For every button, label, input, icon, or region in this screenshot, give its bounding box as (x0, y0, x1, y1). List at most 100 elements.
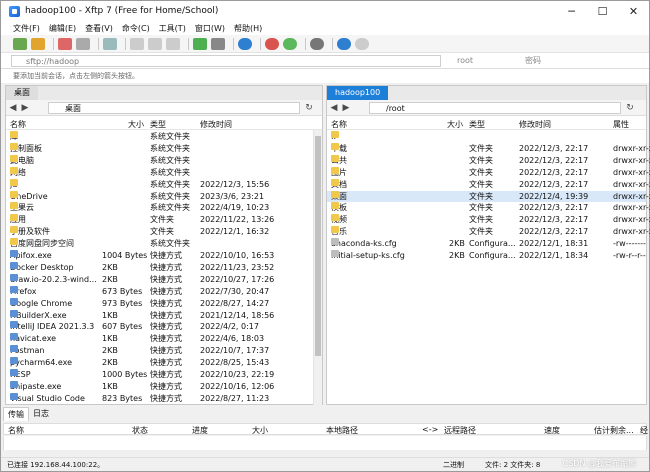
back-icon[interactable]: ◀ (329, 103, 339, 113)
file-row[interactable]: anaconda-ks.cfg 2KB Configura... 2022/12/1,… (327, 238, 646, 250)
col-name[interactable]: 名称 (331, 119, 347, 130)
disconnect-icon[interactable] (58, 37, 72, 50)
local-path-input[interactable]: 桌面 (48, 102, 300, 114)
file-row[interactable]: 此电脑 系统文件夹 (6, 154, 322, 167)
menu-command[interactable]: 命令(C) (122, 23, 150, 34)
local-scrollbar[interactable] (313, 130, 322, 406)
forward-icon[interactable]: ▶ (20, 103, 30, 113)
menu-help[interactable]: 帮助(H) (234, 23, 262, 34)
close-button[interactable]: ✕ (618, 1, 649, 21)
file-row[interactable]: Firefox 673 Bytes 快捷方式 2022/7/30, 20:47 (6, 285, 322, 298)
back-icon[interactable]: ◀ (8, 103, 18, 113)
col-date[interactable]: 修改时间 (200, 119, 232, 130)
properties-icon[interactable] (103, 37, 117, 50)
host-input[interactable]: sftp://hadoop (11, 55, 441, 67)
refresh-icon[interactable]: ↻ (304, 103, 314, 113)
transfer-icon[interactable] (211, 37, 225, 50)
col-date[interactable]: 修改时间 (519, 119, 551, 130)
tcol-remote-path[interactable]: 远程路径 (444, 425, 476, 436)
xagent-icon[interactable] (283, 37, 297, 50)
menu-window[interactable]: 窗口(W) (195, 23, 225, 34)
xshell-icon[interactable] (265, 37, 279, 50)
maximize-button[interactable]: ☐ (587, 1, 618, 21)
file-row[interactable]: RESP 1000 Bytes 快捷方式 2022/10/23, 22:19 (6, 369, 322, 381)
file-row[interactable]: 图片 文件夹 2022/12/3, 22:17 drwxr-xr-x (327, 166, 650, 179)
col-type[interactable]: 类型 (469, 119, 485, 130)
file-row[interactable]: 网络 系统文件夹 (6, 166, 322, 179)
file-row[interactable]: initial-setup-ks.cfg 2KB Configura... 2022/… (327, 250, 646, 262)
col-attr[interactable]: 属性 (613, 119, 629, 130)
tab-log[interactable]: 日志 (29, 407, 53, 421)
file-row[interactable]: 百度网盘同步空间 系统文件夹 (6, 238, 322, 250)
refresh-icon[interactable]: ↻ (625, 103, 635, 113)
tcol-name[interactable]: 名称 (8, 425, 24, 436)
file-row[interactable]: 音乐 文件夹 2022/12/3, 22:17 drwxr-xr-x (327, 226, 650, 238)
file-row[interactable]: Snipaste.exe 1KB 快捷方式 2022/10/16, 12:06 (6, 380, 322, 393)
tcol-remaining[interactable]: 估计剩余... (594, 425, 634, 436)
file-row[interactable]: Google Chrome 973 Bytes 快捷方式 2022/8/27, 14:… (6, 297, 322, 310)
globe-icon[interactable] (238, 37, 252, 50)
file-row[interactable]: IntelliJ IDEA 2021.3.3 607 Bytes 快捷方式 2022/… (6, 321, 322, 333)
col-type[interactable]: 类型 (150, 119, 166, 130)
help-icon[interactable] (337, 37, 351, 50)
new-session-icon[interactable] (13, 37, 27, 50)
col-size[interactable]: 大小 (447, 119, 463, 130)
tab-local-desktop[interactable]: 桌面 (6, 86, 38, 100)
file-row[interactable]: 库 系统文件夹 (6, 131, 322, 143)
file-row[interactable]: 手册及软件 文件夹 2022/12/1, 16:32 (6, 226, 322, 238)
file-row[interactable]: draw.io-20.2.3-wind... 2KB 快捷方式 2022/10/27,… (6, 273, 322, 286)
tcol-size[interactable]: 大小 (252, 425, 268, 436)
sync-icon[interactable] (193, 37, 207, 50)
file-row[interactable]: Apifox.exe 1004 Bytes 快捷方式 2022/10/10, 16:5… (6, 250, 322, 262)
file-row[interactable]: 视频 文件夹 2022/12/3, 22:17 drwxr-xr-x (327, 214, 650, 226)
forward-icon[interactable]: ▶ (341, 103, 351, 113)
file-row[interactable]: 公共 文件夹 2022/12/3, 22:17 drwxr-xr-x (327, 154, 650, 167)
open-folder-icon[interactable] (31, 37, 45, 50)
file-row[interactable]: Postman 2KB 快捷方式 2022/10/7, 17:37 (6, 345, 322, 357)
tcol-local-path[interactable]: 本地路径 (326, 425, 358, 436)
tcol-status[interactable]: 状态 (132, 425, 148, 436)
file-row[interactable]: Visual Studio Code 823 Bytes 快捷方式 2022/8/27… (6, 392, 322, 405)
file-row[interactable]: 文档 文件夹 2022/12/3, 22:17 drwxr-xr-x (327, 178, 650, 191)
reconnect-icon[interactable] (76, 37, 90, 50)
tcol-speed[interactable]: 速度 (544, 425, 560, 436)
col-name[interactable]: 名称 (10, 119, 26, 130)
minimize-button[interactable]: ─ (556, 1, 587, 21)
cell-size: 2KB (449, 239, 465, 249)
file-row[interactable]: navicat.exe 1KB 快捷方式 2022/4/6, 18:03 (6, 333, 322, 345)
cell-type: 快捷方式 (150, 298, 182, 308)
remote-path-input[interactable]: /root (369, 102, 621, 114)
file-row[interactable]: Docker Desktop 2KB 快捷方式 2022/11/23, 23:52 (6, 261, 322, 274)
menu-tools[interactable]: 工具(T) (159, 23, 186, 34)
tcol-progress[interactable]: 进度 (192, 425, 208, 436)
col-size[interactable]: 大小 (128, 119, 144, 130)
file-row[interactable]: 下载 文件夹 2022/12/3, 22:17 drwxr-xr-x (327, 142, 650, 155)
copy-icon[interactable] (148, 37, 162, 50)
file-row[interactable]: HBuilderX.exe 1KB 快捷方式 2021/12/14, 18:56 (6, 309, 322, 322)
cell-date: 2022/8/25, 15:43 (200, 358, 270, 368)
file-row[interactable]: jd 系统文件夹 2022/12/3, 15:56 (6, 178, 322, 191)
menu-edit[interactable]: 编辑(E) (49, 23, 76, 34)
file-row[interactable]: 坚果云 系统文件夹 2022/4/19, 10:23 (6, 202, 322, 214)
tab-transfer[interactable]: 传输 (3, 407, 29, 421)
file-row[interactable]: OneDrive 系统文件夹 2023/3/6, 23:21 (6, 190, 322, 203)
file-row[interactable]: .. (327, 131, 646, 143)
menu-view[interactable]: 查看(V) (85, 23, 113, 34)
cut-icon[interactable] (130, 37, 144, 50)
password-input[interactable]: 密码 (525, 55, 645, 67)
info-icon[interactable] (355, 37, 369, 50)
tcol-elapsed[interactable]: 经 (640, 425, 648, 436)
tcol-direction[interactable]: <-> (422, 425, 438, 434)
file-row[interactable]: 控制面板 系统文件夹 (6, 142, 322, 155)
file-row[interactable]: 桌面 文件夹 2022/12/4, 19:39 drwxr-xr-x (327, 190, 650, 203)
tab-hadoop100[interactable]: hadoop100 (327, 86, 389, 100)
file-row[interactable]: pycharm64.exe 2KB 快捷方式 2022/8/25, 15:43 (6, 357, 322, 369)
file-row[interactable]: 应用 文件夹 2022/11/22, 13:26 (6, 214, 322, 226)
username-input[interactable]: root (457, 55, 521, 67)
paste-icon[interactable] (166, 37, 180, 50)
file-icon (331, 238, 339, 246)
cell-name: 音乐 (331, 226, 347, 238)
menu-file[interactable]: 文件(F) (13, 23, 40, 34)
file-row[interactable]: 模板 文件夹 2022/12/3, 22:17 drwxr-xr-x (327, 202, 650, 214)
gear-icon[interactable] (310, 37, 324, 50)
